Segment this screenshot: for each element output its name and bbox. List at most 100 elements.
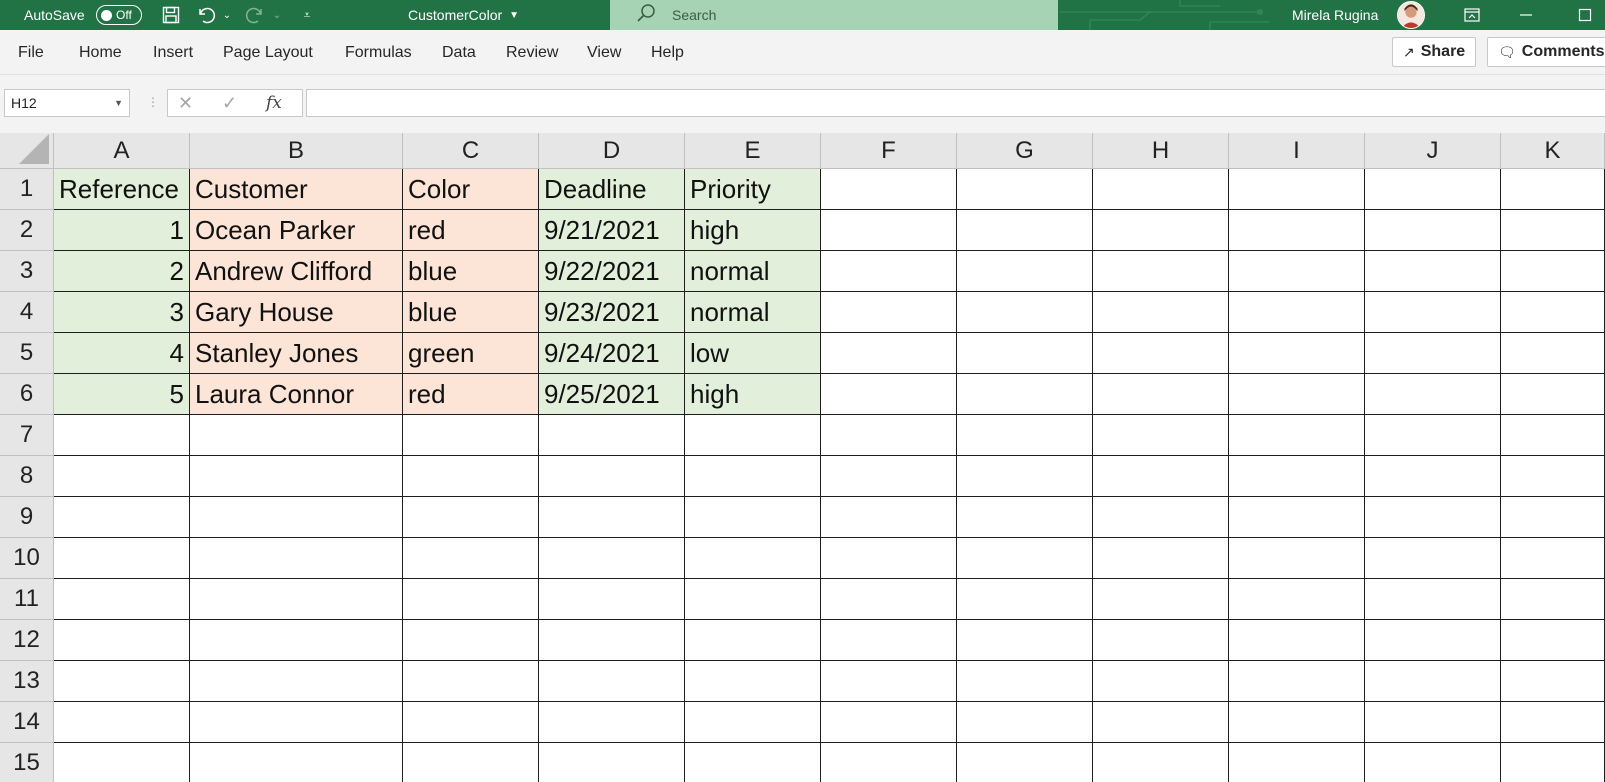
- cell-h10[interactable]: [1093, 538, 1229, 579]
- redo-dropdown-icon[interactable]: ⌄: [266, 0, 288, 30]
- cell-k10[interactable]: [1501, 538, 1605, 579]
- menu-data[interactable]: Data: [442, 30, 476, 75]
- cell-i1[interactable]: [1229, 169, 1365, 210]
- menu-file[interactable]: File: [18, 30, 44, 75]
- row-header-5[interactable]: 5: [0, 333, 54, 374]
- cell-d1[interactable]: Deadline: [539, 169, 685, 210]
- cell-a11[interactable]: [54, 579, 190, 620]
- cell-b10[interactable]: [190, 538, 403, 579]
- cell-j9[interactable]: [1365, 497, 1501, 538]
- cell-d8[interactable]: [539, 456, 685, 497]
- customize-qat-icon[interactable]: ⩡: [296, 0, 318, 30]
- cell-h12[interactable]: [1093, 620, 1229, 661]
- menu-help[interactable]: Help: [651, 30, 684, 75]
- column-header-a[interactable]: A: [54, 133, 190, 169]
- cell-i15[interactable]: [1229, 743, 1365, 782]
- maximize-icon[interactable]: [1565, 0, 1605, 30]
- cell-a8[interactable]: [54, 456, 190, 497]
- chevron-down-icon[interactable]: ▼: [114, 98, 123, 108]
- cell-c7[interactable]: [403, 415, 539, 456]
- row-header-15[interactable]: 15: [0, 743, 54, 782]
- column-header-i[interactable]: I: [1229, 133, 1365, 169]
- cell-h13[interactable]: [1093, 661, 1229, 702]
- cell-e5[interactable]: low: [685, 333, 821, 374]
- cell-d14[interactable]: [539, 702, 685, 743]
- cell-b15[interactable]: [190, 743, 403, 782]
- cell-d12[interactable]: [539, 620, 685, 661]
- cell-j10[interactable]: [1365, 538, 1501, 579]
- column-header-c[interactable]: C: [403, 133, 539, 169]
- row-header-11[interactable]: 11: [0, 579, 54, 620]
- cell-k1[interactable]: [1501, 169, 1605, 210]
- column-header-d[interactable]: D: [539, 133, 685, 169]
- cell-h15[interactable]: [1093, 743, 1229, 782]
- cell-c1[interactable]: Color: [403, 169, 539, 210]
- column-header-f[interactable]: F: [821, 133, 957, 169]
- cell-c5[interactable]: green: [403, 333, 539, 374]
- cell-a9[interactable]: [54, 497, 190, 538]
- document-title[interactable]: CustomerColor ▼: [408, 0, 519, 30]
- row-header-4[interactable]: 4: [0, 292, 54, 333]
- minimize-icon[interactable]: [1506, 0, 1546, 30]
- cell-c6[interactable]: red: [403, 374, 539, 415]
- user-name[interactable]: Mirela Rugina: [1292, 0, 1378, 30]
- cell-c9[interactable]: [403, 497, 539, 538]
- cell-i9[interactable]: [1229, 497, 1365, 538]
- cell-c3[interactable]: blue: [403, 251, 539, 292]
- cell-k5[interactable]: [1501, 333, 1605, 374]
- cell-f6[interactable]: [821, 374, 957, 415]
- cell-g8[interactable]: [957, 456, 1093, 497]
- cancel-icon[interactable]: ✕: [178, 90, 193, 116]
- cell-g7[interactable]: [957, 415, 1093, 456]
- cell-a6[interactable]: 5: [54, 374, 190, 415]
- cell-b6[interactable]: Laura Connor: [190, 374, 403, 415]
- search-box[interactable]: Search: [610, 0, 1058, 30]
- cell-i14[interactable]: [1229, 702, 1365, 743]
- cell-f7[interactable]: [821, 415, 957, 456]
- name-box[interactable]: H12 ▼: [4, 89, 130, 117]
- cell-e9[interactable]: [685, 497, 821, 538]
- cell-a15[interactable]: [54, 743, 190, 782]
- cell-d11[interactable]: [539, 579, 685, 620]
- cell-f11[interactable]: [821, 579, 957, 620]
- cell-j8[interactable]: [1365, 456, 1501, 497]
- cell-j7[interactable]: [1365, 415, 1501, 456]
- cell-j4[interactable]: [1365, 292, 1501, 333]
- enter-icon[interactable]: ✓: [222, 90, 237, 116]
- cell-g10[interactable]: [957, 538, 1093, 579]
- cell-e12[interactable]: [685, 620, 821, 661]
- row-header-9[interactable]: 9: [0, 497, 54, 538]
- cell-g13[interactable]: [957, 661, 1093, 702]
- cell-k11[interactable]: [1501, 579, 1605, 620]
- row-header-2[interactable]: 2: [0, 210, 54, 251]
- cell-d10[interactable]: [539, 538, 685, 579]
- cell-b3[interactable]: Andrew Clifford: [190, 251, 403, 292]
- cell-k2[interactable]: [1501, 210, 1605, 251]
- cell-c10[interactable]: [403, 538, 539, 579]
- cell-a2[interactable]: 1: [54, 210, 190, 251]
- cell-e2[interactable]: high: [685, 210, 821, 251]
- undo-icon[interactable]: [195, 0, 217, 30]
- cell-c11[interactable]: [403, 579, 539, 620]
- cell-j12[interactable]: [1365, 620, 1501, 661]
- cell-b14[interactable]: [190, 702, 403, 743]
- cell-g6[interactable]: [957, 374, 1093, 415]
- row-header-6[interactable]: 6: [0, 374, 54, 415]
- cell-c13[interactable]: [403, 661, 539, 702]
- menu-view[interactable]: View: [587, 30, 621, 75]
- cell-b4[interactable]: Gary House: [190, 292, 403, 333]
- cell-f5[interactable]: [821, 333, 957, 374]
- cell-g9[interactable]: [957, 497, 1093, 538]
- redo-icon[interactable]: [244, 0, 266, 30]
- menu-page-layout[interactable]: Page Layout: [223, 30, 313, 75]
- cell-b7[interactable]: [190, 415, 403, 456]
- cell-f1[interactable]: [821, 169, 957, 210]
- cell-k6[interactable]: [1501, 374, 1605, 415]
- cell-g4[interactable]: [957, 292, 1093, 333]
- cell-e7[interactable]: [685, 415, 821, 456]
- cell-a3[interactable]: 2: [54, 251, 190, 292]
- cell-k9[interactable]: [1501, 497, 1605, 538]
- cell-j15[interactable]: [1365, 743, 1501, 782]
- column-header-b[interactable]: B: [190, 133, 403, 169]
- cell-h1[interactable]: [1093, 169, 1229, 210]
